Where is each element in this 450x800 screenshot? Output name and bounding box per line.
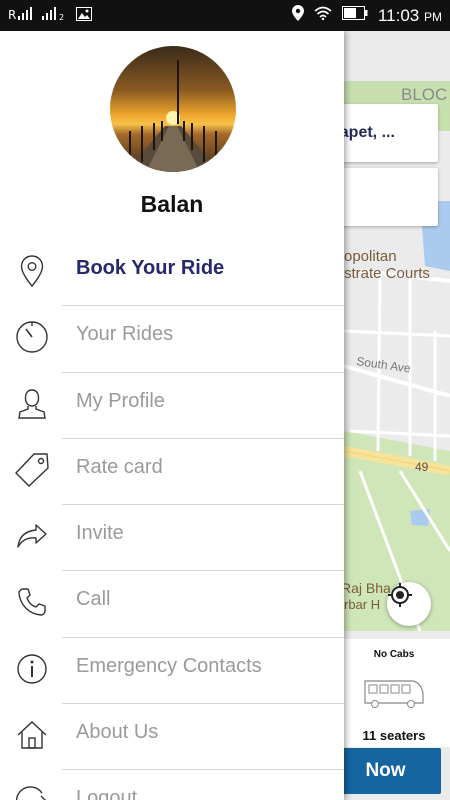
profile-icon: [14, 386, 50, 422]
menu-label: Your Rides: [76, 323, 174, 346]
home-icon: [14, 717, 50, 753]
wifi-icon: [314, 6, 332, 25]
navigation-drawer: Balan Book Your Ride Your Rides My Profi…: [0, 31, 344, 800]
menu-label: Logout: [76, 787, 138, 800]
menu-label: Emergency Contacts: [76, 654, 262, 677]
pickup-location-card[interactable]: dapet, ...: [330, 104, 438, 162]
menu-label: Book Your Ride: [76, 257, 225, 279]
clock-icon: [14, 319, 50, 355]
menu-label: My Profile: [76, 389, 165, 412]
signal-sim2-icon: 2: [42, 6, 68, 25]
menu-item-emergency-contacts[interactable]: Emergency Contacts: [0, 638, 344, 705]
sim2-label: 2: [59, 13, 64, 21]
cab-availability: No Cabs: [373, 649, 415, 660]
menu-label: Rate card: [76, 455, 163, 478]
status-bar: R 2 11:03 PM: [0, 0, 450, 31]
phone-icon: [14, 584, 50, 620]
menu-item-invite[interactable]: Invite: [0, 505, 344, 572]
clock-time: 11:03 PM: [378, 6, 442, 26]
menu-item-book-your-ride[interactable]: Book Your Ride: [0, 240, 344, 307]
avatar[interactable]: [110, 46, 236, 172]
logout-icon: [14, 783, 50, 800]
cab-option[interactable]: No Cabs 11 seaters: [344, 639, 450, 747]
map-label-courts-2: strate Courts: [344, 265, 430, 282]
drop-location-card[interactable]: [330, 168, 438, 226]
user-name: Balan: [140, 191, 204, 217]
battery-icon: [341, 6, 368, 25]
menu-label: Call: [76, 588, 111, 611]
map-label-raj-2: rbar H: [344, 597, 380, 612]
menu-item-about-us[interactable]: About Us: [0, 704, 344, 771]
gallery-icon: [76, 6, 92, 25]
menu-label: About Us: [76, 721, 159, 744]
book-now-button[interactable]: Now: [330, 748, 441, 794]
menu-item-call[interactable]: Call: [0, 571, 344, 638]
signal-sim1-icon: R: [8, 6, 34, 25]
tag-icon: [14, 452, 50, 488]
location-pin-icon: [14, 253, 50, 289]
my-location-button[interactable]: [387, 582, 431, 626]
map-label-road: 49: [415, 460, 429, 474]
menu-item-rate-card[interactable]: Rate card: [0, 439, 344, 506]
menu-item-your-rides[interactable]: Your Rides: [0, 306, 344, 373]
time-value: 11:03: [377, 5, 420, 25]
menu-item-logout[interactable]: Logout: [0, 770, 344, 800]
time-ampm: PM: [424, 9, 442, 24]
share-arrow-icon: [14, 518, 50, 554]
location-icon: [291, 5, 304, 26]
map-label-raj-1: Raj Bha: [341, 580, 391, 596]
map-label-bloc: BLOC: [401, 85, 447, 104]
menu-item-my-profile[interactable]: My Profile: [0, 373, 344, 439]
drawer-menu: Book Your Ride Your Rides My Profile Rat…: [0, 240, 344, 800]
map-label-courts-1: opolitan: [344, 248, 397, 265]
info-icon: [14, 651, 50, 687]
sim1-label: R: [8, 8, 16, 21]
menu-label: Invite: [76, 522, 124, 545]
cab-seats-label: 11 seaters: [362, 728, 426, 743]
